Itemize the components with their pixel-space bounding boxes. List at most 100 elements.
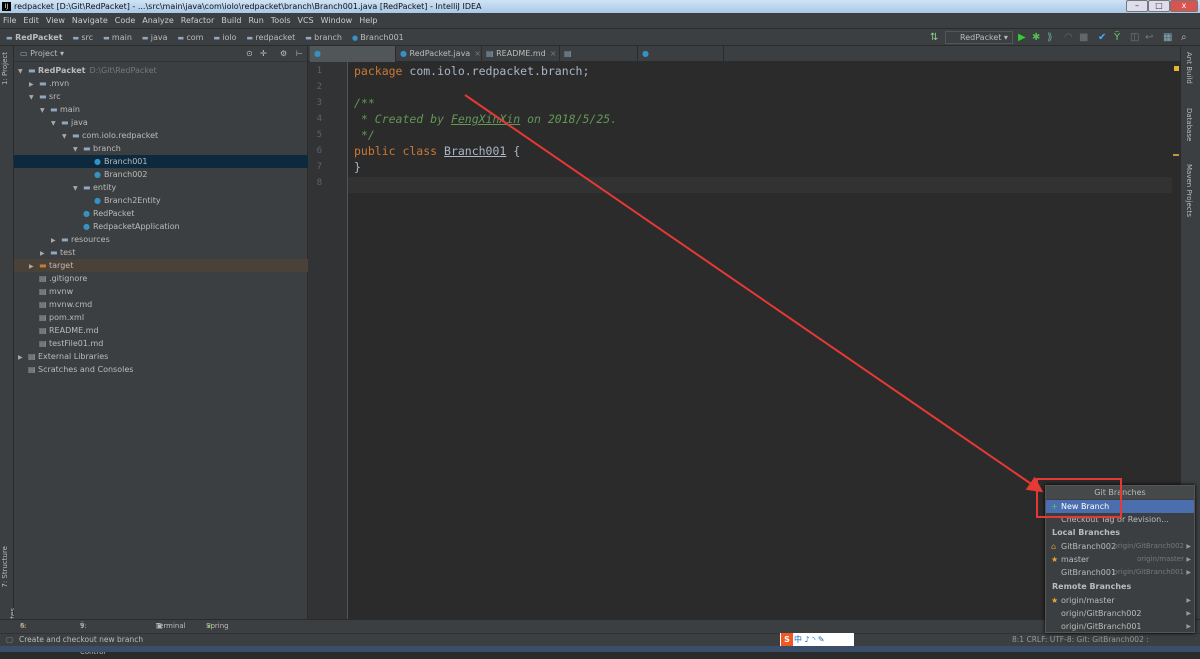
search-icon[interactable]: ⌕ [1181,32,1187,43]
menu-analyze[interactable]: Analyze [142,16,174,25]
tree-item[interactable]: ▼ ▬ src [14,90,308,103]
tab-branch002-java[interactable]: ● Branch002.java× [638,46,724,74]
run-config-select[interactable]: RedPacket ▾ [945,31,1013,44]
tree-item[interactable]: ▶ ▬ target [14,259,308,272]
close-tab-icon[interactable]: × [474,49,481,58]
tree-item[interactable]: ▶ ▬ .mvn [14,77,308,90]
menu-file[interactable]: File [3,16,16,25]
tree-item[interactable]: ▤ pom.xml [14,311,308,324]
vcs-history-icon[interactable]: ◫ [1130,32,1139,43]
branch-item[interactable]: ★ origin/master ▶ [1046,594,1194,607]
tree-item[interactable]: ▼ ▬ RedPacket D:\Git\RedPacket [14,64,308,77]
maven-projects-tool-tab[interactable]: Maven Projects [1185,164,1193,217]
breadcrumb-item[interactable]: main [103,33,132,42]
menu-help[interactable]: Help [359,16,377,25]
tree-item[interactable]: ▼ ▬ java [14,116,308,129]
menu-build[interactable]: Build [221,16,241,25]
branch-item[interactable]: GitBranch001 origin/GitBranch001 ▶ [1046,566,1194,579]
project-view-select[interactable]: Project [30,49,57,58]
breadcrumb-item[interactable]: redpacket [247,33,296,42]
close-button[interactable]: x [1170,0,1198,12]
warning-marker[interactable] [1173,154,1179,156]
breadcrumb-item[interactable]: src [73,33,94,42]
tree-item[interactable]: ● RedpacketApplication [14,220,308,233]
debug-icon[interactable]: ✱ [1032,32,1040,43]
project-structure-icon[interactable]: ▦ [1163,32,1172,43]
vcs-update-icon[interactable]: ✔ [1098,32,1106,43]
chevron-right-icon[interactable]: ▶ [1186,620,1191,633]
tree-item[interactable]: ▤ README.md [14,324,308,337]
chevron-right-icon[interactable]: ▶ [1186,553,1191,566]
close-tab-icon[interactable]: × [550,49,557,58]
menu-vcs[interactable]: VCS [298,16,314,25]
status-right-info[interactable]: 8:1 CRLF: UTF-8: Git: GitBranch002 : [1012,634,1149,646]
tree-item[interactable]: ▶ ▬ resources [14,233,308,246]
locate-icon[interactable]: ⊙ [246,46,253,62]
tree-item[interactable]: ▼ ▬ main [14,103,308,116]
ant-build-tool-tab[interactable]: Ant Build [1185,52,1193,84]
chevron-right-icon[interactable]: ▶ [1186,594,1191,607]
tree-item[interactable]: ▤ mvnw.cmd [14,298,308,311]
branch-item[interactable]: ★ master origin/master ▶ [1046,553,1194,566]
tree-item[interactable]: ▤ Scratches and Consoles [14,363,308,376]
coverage-icon[interactable]: ⟫ [1047,32,1053,43]
build-icon[interactable]: ⇅ [930,32,938,43]
tab-testfile01-md[interactable]: ▤ testFile01.md× [560,46,638,74]
chevron-right-icon[interactable]: ▶ [1186,607,1191,620]
vcs-commit-icon[interactable]: Ϋ [1114,32,1120,43]
breadcrumb-item[interactable]: branch [305,33,342,42]
menu-run[interactable]: Run [248,16,263,25]
branch-item[interactable]: origin/GitBranch002 ▶ [1046,607,1194,620]
collapse-icon[interactable]: ✛ [260,46,267,62]
tree-item[interactable]: ▤ mvnw [14,285,308,298]
menu-navigate[interactable]: Navigate [72,16,108,25]
gear-icon[interactable]: ⚙ [280,46,287,62]
menu-tools[interactable]: Tools [271,16,291,25]
tree-item[interactable]: ▶ ▬ test [14,246,308,259]
database-tool-tab[interactable]: Database [1185,108,1193,141]
tree-item[interactable]: ▤ testFile01.md [14,337,308,350]
branch-name: origin/GitBranch001 [1061,622,1142,631]
breadcrumb-item[interactable]: java [142,33,168,42]
menu-edit[interactable]: Edit [23,16,39,25]
chevron-right-icon[interactable]: ▶ [1186,540,1191,553]
minimize-button[interactable]: – [1126,0,1148,12]
hide-icon[interactable]: ⊢ [296,46,303,62]
menu-code[interactable]: Code [115,16,135,25]
inspection-status-icon[interactable] [1174,66,1179,71]
tab-redpacket-java[interactable]: ● RedPacket.java × [396,46,482,62]
ime-toolbar[interactable]: S中 ♪ ◝ ✎ [780,633,854,646]
tree-item[interactable]: ▼ ▬ branch [14,142,308,155]
tree-item[interactable]: ▼ ▬ com.iolo.redpacket [14,129,308,142]
star-icon: ★ [1051,555,1059,564]
structure-tool-tab[interactable]: 7: Structure [1,546,9,588]
tree-item[interactable]: ● RedPacket [14,207,308,220]
panel-toggle-icon[interactable]: ▢ [6,634,13,646]
tree-item[interactable]: ▤ .gitignore [14,272,308,285]
tree-item[interactable]: ▼ ▬ entity [14,181,308,194]
revert-icon[interactable]: ↩ [1145,32,1153,43]
terminal-label: Terminal [156,622,186,630]
menu-window[interactable]: Window [321,16,353,25]
branch-item[interactable]: origin/GitBranch001 ▶ [1046,620,1194,633]
breadcrumb-item[interactable]: iolo [213,33,236,42]
menu-view[interactable]: View [46,16,65,25]
branch-item[interactable]: ⌂ GitBranch002 origin/GitBranch002 ▶ [1046,540,1194,553]
chevron-down-icon[interactable]: ▾ [60,49,64,58]
maximize-button[interactable]: □ [1148,0,1170,12]
stop-icon[interactable]: ■ [1079,32,1088,43]
tab-branch001-java[interactable]: ● Branch001.java× [310,46,396,74]
profile-icon[interactable]: ◠ [1064,32,1073,43]
breadcrumb-item[interactable]: Branch001 [352,33,404,42]
tree-item[interactable]: ● Branch001 [14,155,308,168]
chevron-right-icon[interactable]: ▶ [1186,566,1191,579]
tree-item[interactable]: ● Branch2Entity [14,194,308,207]
menu-refactor[interactable]: Refactor [181,16,215,25]
tab-readme-md[interactable]: ▤ README.md × [482,46,560,62]
tree-item[interactable]: ● Branch002 [14,168,308,181]
run-icon[interactable]: ▶ [1018,32,1026,43]
project-tool-tab[interactable]: 1: Project [1,52,9,85]
breadcrumb-item[interactable]: com [178,33,204,42]
breadcrumb-item[interactable]: RedPacket [6,33,63,42]
tree-item[interactable]: ▶ ▤ External Libraries [14,350,308,363]
